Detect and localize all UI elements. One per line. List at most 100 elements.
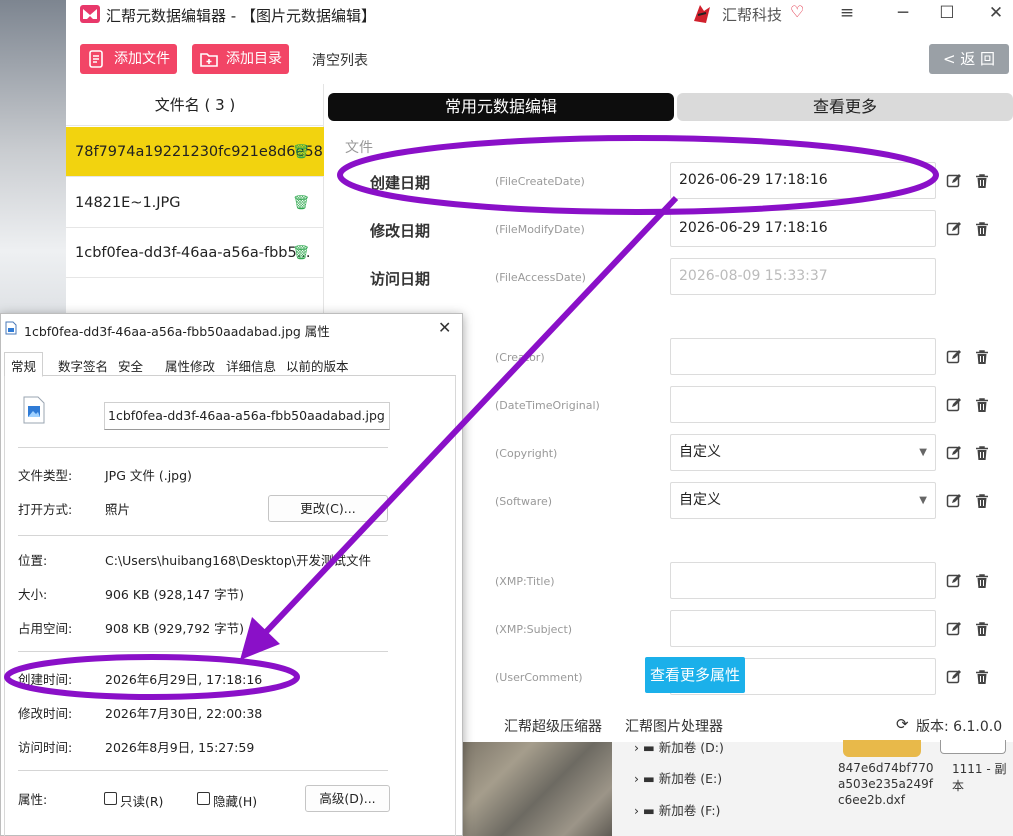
edit-icon[interactable]	[946, 173, 962, 189]
folder-icon	[843, 740, 921, 757]
maximize-icon[interactable]: ☐	[934, 3, 960, 23]
desktop-photo	[462, 740, 612, 836]
trash-icon[interactable]	[974, 397, 990, 413]
edit-icon[interactable]	[946, 669, 962, 685]
xmp-subject-input[interactable]	[670, 610, 936, 647]
image-file-icon	[23, 396, 45, 424]
file-name: 14821E~1.JPG	[75, 195, 181, 211]
field-key-xmp-title: (XMP:Title)	[495, 575, 555, 588]
open-with-label: 打开方式:	[18, 502, 73, 517]
change-button[interactable]: 更改(C)...	[268, 495, 388, 522]
file-list-item[interactable]: 78f7974a19221230fc921e8d6e58... 🗑	[66, 127, 324, 177]
section-file-heading: 文件	[345, 140, 373, 156]
file-list-header: 文件名 ( 3 )	[66, 84, 324, 126]
menu-icon[interactable]: ≡	[834, 3, 860, 23]
create-date-input[interactable]: 2026-06-29 17:18:16	[670, 162, 936, 199]
dropdown-arrow-icon: ▼	[919, 447, 927, 458]
trash-icon[interactable]: 🗑	[292, 228, 310, 277]
back-button[interactable]: < 返 回	[929, 44, 1009, 74]
tab-previous-versions[interactable]: 以前的版本	[286, 356, 349, 375]
trash-icon[interactable]	[974, 445, 990, 461]
advanced-button[interactable]: 高级(D)...	[305, 785, 390, 812]
readonly-label[interactable]: 只读(R)	[120, 791, 163, 810]
field-key-access-date: (FileAccessDate)	[495, 271, 586, 284]
explorer-file[interactable]: 847e6d74bf770 a503e235a249f c6ee2b.dxf	[838, 760, 934, 808]
file-name: 1cbf0fea-dd3f-46aa-a56a-fbb5...	[75, 245, 311, 261]
attributes-label: 属性:	[18, 792, 48, 807]
app-title: 汇帮元数据编辑器 - 【图片元数据编辑】	[106, 7, 376, 25]
file-name-line: c6ee2b.dxf	[838, 793, 906, 807]
edit-icon[interactable]	[946, 493, 962, 509]
trash-icon[interactable]	[974, 669, 990, 685]
tab-attribute-modify[interactable]: 属性修改	[165, 356, 215, 375]
trash-icon[interactable]	[974, 221, 990, 237]
hidden-label[interactable]: 隐藏(H)	[213, 791, 257, 810]
size-value: 906 KB (928,147 字节)	[105, 587, 244, 602]
separator	[18, 770, 388, 771]
modify-date-input[interactable]: 2026-06-29 17:18:16	[670, 210, 936, 247]
edit-icon[interactable]	[946, 445, 962, 461]
edit-icon[interactable]	[946, 621, 962, 637]
edit-icon[interactable]	[946, 349, 962, 365]
size-label: 大小:	[18, 587, 48, 602]
brand-logo-icon	[694, 5, 710, 23]
close-icon[interactable]: ✕	[983, 3, 1009, 23]
trash-icon[interactable]	[974, 573, 990, 589]
add-directory-label: 添加目录	[226, 51, 282, 67]
explorer-file[interactable]: 1111 - 副本	[952, 760, 1013, 794]
tab-details[interactable]: 详细信息	[226, 356, 276, 375]
tab-view-more[interactable]: 查看更多	[677, 93, 1013, 121]
readonly-checkbox[interactable]	[104, 792, 117, 805]
trash-icon[interactable]	[974, 493, 990, 509]
field-key-creator: (Creator)	[495, 351, 545, 364]
add-directory-button[interactable]: 添加目录	[192, 44, 289, 74]
created-label: 创建时间:	[18, 672, 73, 687]
drive-item-d[interactable]: › ▬ 新加卷 (D:)	[634, 737, 724, 756]
field-label-access-date: 访问日期	[370, 270, 431, 288]
drive-item-e[interactable]: › ▬ 新加卷 (E:)	[634, 768, 722, 787]
minimize-icon[interactable]: ─	[890, 3, 916, 23]
tab-common-metadata[interactable]: 常用元数据编辑	[328, 93, 674, 121]
file-list-item[interactable]: 14821E~1.JPG 🗑	[66, 178, 324, 228]
dropdown-arrow-icon: ▼	[919, 495, 927, 506]
modified-value: 2026年7月30日, 22:00:38	[105, 706, 263, 721]
copyright-select[interactable]: 自定义 ▼	[670, 434, 936, 471]
file-list-item[interactable]: 1cbf0fea-dd3f-46aa-a56a-fbb5... 🗑	[66, 228, 324, 278]
edit-icon[interactable]	[946, 397, 962, 413]
trash-icon[interactable]	[974, 621, 990, 637]
edit-icon[interactable]	[946, 221, 962, 237]
separator	[18, 447, 388, 448]
creator-input[interactable]	[670, 338, 936, 375]
trash-icon[interactable]: 🗑	[292, 178, 310, 227]
field-key-user-comment: (UserComment)	[495, 671, 583, 684]
image-processor-link[interactable]: 汇帮图片处理器	[625, 716, 723, 736]
drive-label: 新加卷 (F:)	[658, 803, 721, 818]
open-with-value: 照片	[105, 502, 131, 517]
copyright-select-value: 自定义	[679, 444, 721, 460]
view-more-properties-button[interactable]: 查看更多属性	[645, 657, 745, 693]
filename-input[interactable]: 1cbf0fea-dd3f-46aa-a56a-fbb50aadabad.jpg	[104, 402, 390, 430]
xmp-title-input[interactable]	[670, 562, 936, 599]
tab-security[interactable]: 安全	[118, 356, 143, 375]
refresh-icon[interactable]: ⟳	[896, 715, 909, 733]
heart-icon[interactable]: ♡	[790, 2, 804, 21]
tab-digital-signature[interactable]: 数字签名	[58, 356, 108, 375]
tab-general[interactable]: 常规	[4, 352, 44, 377]
disk-size-value: 908 KB (929,792 字节)	[105, 621, 244, 636]
add-file-button[interactable]: 添加文件	[80, 44, 177, 74]
compressor-link[interactable]: 汇帮超级压缩器	[504, 716, 602, 736]
datetime-original-input[interactable]	[670, 386, 936, 423]
trash-icon[interactable]	[974, 173, 990, 189]
close-icon[interactable]: ✕	[438, 318, 451, 337]
trash-icon[interactable]: 🗑	[292, 127, 310, 176]
access-date-input[interactable]: 2026-08-09 15:33:37	[670, 258, 936, 295]
software-select[interactable]: 自定义 ▼	[670, 482, 936, 519]
file-icon	[5, 321, 17, 335]
trash-icon[interactable]	[974, 349, 990, 365]
brand-name: 汇帮科技	[722, 6, 783, 24]
hidden-checkbox[interactable]	[197, 792, 210, 805]
edit-icon[interactable]	[946, 573, 962, 589]
drive-label: 新加卷 (D:)	[658, 740, 724, 755]
clear-list-button[interactable]: 清空列表	[312, 50, 368, 70]
drive-item-f[interactable]: › ▬ 新加卷 (F:)	[634, 800, 720, 819]
